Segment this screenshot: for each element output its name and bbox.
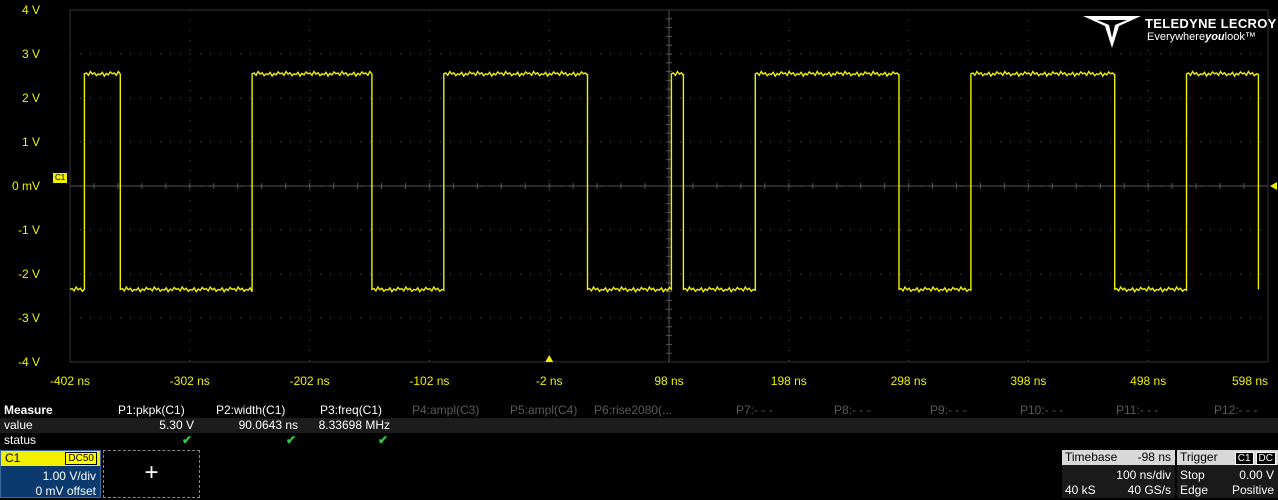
y-axis-label: -1 V [17,223,40,237]
param-name[interactable]: P8:- - - [834,403,871,418]
x-axis-label: 398 ns [1010,374,1047,388]
param-name[interactable]: P3:freq(C1) [320,403,382,418]
trigger-header: Trigger C1 DC [1177,450,1278,465]
y-axis-label: 3 V [21,47,40,61]
channel-name: C1 [5,451,21,465]
status-check-icon: ✔ [286,433,297,447]
teledyne-lecroy-logo: TELEDYNE LECROY Everywhereyoulook™ [1083,16,1278,50]
timebase-samples: 40 kS [1065,483,1096,497]
status-check-icon: ✔ [378,433,389,447]
trigger-tags: C1 DC [1233,451,1276,465]
channel-marker[interactable]: C1 [53,173,68,183]
param-name[interactable]: P10:- - - [1020,403,1063,418]
param-name[interactable]: P4:ampl(C3) [412,403,479,418]
waveform-display[interactable]: 4 V 3 V 2 V 1 V 0 mV -1 V -2 V -3 V -4 V C1 TELE… [0,0,1278,370]
timebase-descriptor[interactable]: Timebase -98 ns 100 ns/div 40 kS 40 GS/s [1062,450,1175,498]
param-name[interactable]: P12:- - - [1214,403,1257,418]
x-axis-label: 498 ns [1130,374,1167,388]
trigger-level-marker [1270,182,1277,190]
param-value: 8.33698 MHz [318,418,390,432]
channel-offset: 0 mV offset [35,484,96,498]
channel-c1-descriptor[interactable]: C1 DC50 1.00 V/div 0 mV offset [0,450,101,498]
timebase-header: Timebase -98 ns [1062,450,1175,465]
param-name[interactable]: P11:- - - [1116,403,1158,418]
timebase-delay: -98 ns [1137,450,1171,464]
measure-header-row: Measure P1:pkpk(C1) P2:width(C1) P3:freq(C… [0,403,1278,418]
param-name[interactable]: P6:rise2080(... [594,403,672,418]
x-axis-label: -302 ns [169,374,210,388]
x-axis-label: 598 ns [1231,374,1269,388]
y-axis-label: 0 mV [11,179,40,193]
param-value: 5.30 V [159,418,194,432]
status-row-label: status [4,433,37,447]
param-name[interactable]: P7:- - - [736,403,773,418]
channel-c1-header: C1 DC50 [1,451,100,466]
param-name[interactable]: P2:width(C1) [216,403,285,418]
param-value: 90.0643 ns [238,418,298,432]
timebase-scale: 100 ns/div [1116,468,1171,482]
x-axis-label: -2 ns [535,374,563,388]
add-channel-button[interactable]: + [103,450,200,498]
plus-icon: + [144,459,159,486]
trigger-type: Edge [1180,483,1209,497]
trigger-slope: Positive [1231,483,1274,497]
timebase-rate: 40 GS/s [1127,483,1171,497]
measure-table: Measure P1:pkpk(C1) P2:width(C1) P3:freq(C… [0,403,1278,449]
x-axis-label: 198 ns [770,374,807,388]
measure-title: Measure [4,403,53,417]
trigger-title: Trigger [1180,450,1218,464]
param-name[interactable]: P1:pkpk(C1) [118,403,185,418]
y-axis-label: 4 V [21,3,40,17]
x-axis-label: 98 ns [654,374,684,388]
x-axis-label: -402 ns [49,374,91,388]
trigger-source: C1 [1234,452,1254,465]
x-axis-label: 298 ns [890,374,927,388]
channel-coupling: DC50 [65,452,97,465]
logo-tagline: Everywhereyoulook™ [1147,31,1256,43]
x-axis-label: -102 ns [409,374,450,388]
param-name[interactable]: P9:- - - [930,403,967,418]
y-axis-label: -3 V [17,311,40,325]
trigger-descriptor[interactable]: Trigger C1 DC Stop 0.00 V Edge Positive [1177,450,1278,498]
status-check-icon: ✔ [182,433,193,447]
teledyne-logo-icon [1083,16,1141,48]
graticule [69,9,1277,363]
measure-value-row: value 5.30 V 90.0643 ns 8.33698 MHz [0,418,1278,433]
channel-scale: 1.00 V/div [42,469,96,483]
y-axis-label: 1 V [21,135,40,149]
trigger-mode: Stop [1180,468,1205,482]
measure-status-row: status ✔ ✔ ✔ [0,433,1278,448]
trigger-time-marker [545,355,554,362]
y-axis-label: -2 V [17,267,40,281]
timebase-title: Timebase [1065,450,1118,464]
param-name[interactable]: P5:ampl(C4) [510,403,577,418]
y-axis-label: 2 V [21,91,40,105]
trigger-level: 0.00 V [1239,468,1274,482]
x-axis-label: -202 ns [289,374,330,388]
trigger-coupling: DC [1255,452,1276,465]
c1-trace-line [69,70,1260,294]
value-row-label: value [4,418,33,432]
y-axis-label: -4 V [17,355,40,369]
logo-brand: TELEDYNE LECROY [1145,16,1277,31]
